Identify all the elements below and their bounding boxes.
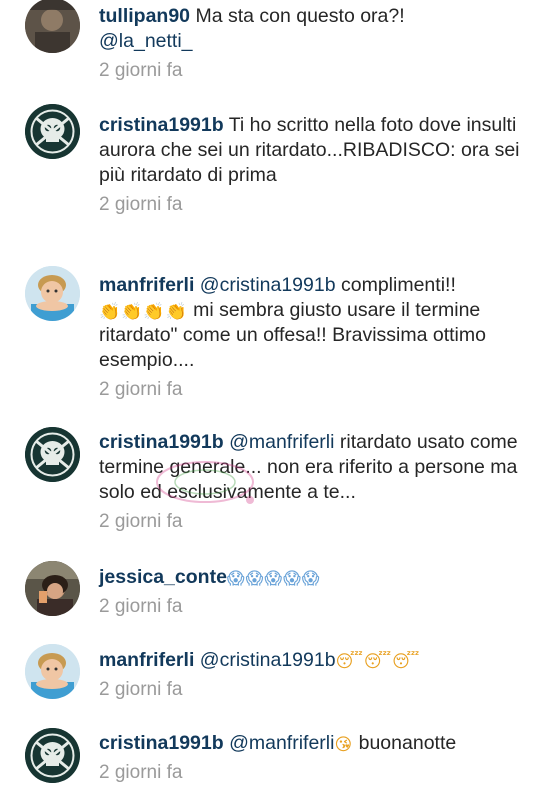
scream-face-icon: 😱😱😱😱😱 — [226, 569, 321, 588]
comment-username[interactable]: cristina1991b — [99, 431, 224, 453]
sleeping-face-icon: 😴😴😴 — [335, 652, 421, 671]
comment-username[interactable]: cristina1991b — [99, 732, 224, 754]
comment-timestamp: 2 giorni fa — [99, 60, 183, 81]
avatar[interactable] — [25, 644, 80, 699]
photo-avatar-icon — [25, 561, 80, 616]
avatar[interactable] — [25, 561, 80, 616]
comment-mention[interactable]: @la_netti_ — [99, 30, 193, 52]
comment-username[interactable]: cristina1991b — [99, 114, 224, 136]
comment-text: buonanotte — [353, 732, 457, 754]
person-avatar-icon — [25, 266, 80, 321]
comment-timestamp: 2 giorni fa — [99, 596, 183, 617]
comment-timestamp: 2 giorni fa — [99, 762, 183, 783]
avatar[interactable] — [25, 728, 80, 783]
comment-body: cristina1991b @manfriferli ritardato usa… — [99, 430, 534, 533]
avatar[interactable] — [25, 104, 80, 159]
comment-body: cristina1991b Ti ho scritto nella foto d… — [99, 113, 534, 216]
comment-body: tullipan90 Ma sta con questo ora?! @la_n… — [99, 4, 534, 82]
clapping-hands-icon: 👏👏👏👏 — [99, 302, 188, 321]
comment-username[interactable]: tullipan90 — [99, 5, 190, 27]
comment-feed: tullipan90 Ma sta con questo ora?! @la_n… — [0, 0, 554, 794]
comment-mention[interactable]: @manfriferli — [224, 732, 334, 754]
comment-body: manfriferli @cristina1991b 😴😴😴 2 giorni … — [99, 648, 534, 701]
comment-username[interactable]: jessica_conte — [99, 566, 227, 588]
person-avatar-icon — [25, 644, 80, 699]
kiss-face-icon: 😘 — [334, 735, 354, 754]
photo-avatar-icon — [25, 0, 80, 53]
comment-mention[interactable]: @manfriferli — [224, 431, 334, 453]
comment-mention[interactable]: @cristina1991b — [194, 649, 336, 671]
comment-text: complimenti!! — [335, 274, 456, 296]
avatar[interactable] — [25, 266, 80, 321]
comment-body: manfriferli @cristina1991b complimenti!!… — [99, 273, 534, 401]
comment-username[interactable]: manfriferli — [99, 274, 194, 296]
comment-timestamp: 2 giorni fa — [99, 679, 183, 700]
comment-body: cristina1991b @manfriferli 😘 buonanotte … — [99, 731, 534, 784]
skull-avatar-icon — [25, 728, 80, 783]
comment-timestamp: 2 giorni fa — [99, 511, 183, 532]
comment-body: jessica_conte 😱😱😱😱😱 2 giorni fa — [99, 565, 534, 618]
comment-timestamp: 2 giorni fa — [99, 379, 183, 400]
avatar[interactable] — [25, 0, 80, 53]
comment-timestamp: 2 giorni fa — [99, 194, 183, 215]
skull-avatar-icon — [25, 104, 80, 159]
avatar[interactable] — [25, 427, 80, 482]
comment-username[interactable]: manfriferli — [99, 649, 194, 671]
comment-mention[interactable]: @cristina1991b — [194, 274, 336, 296]
skull-avatar-icon — [25, 427, 80, 482]
comment-text: Ma sta con questo ora?! — [190, 5, 405, 27]
